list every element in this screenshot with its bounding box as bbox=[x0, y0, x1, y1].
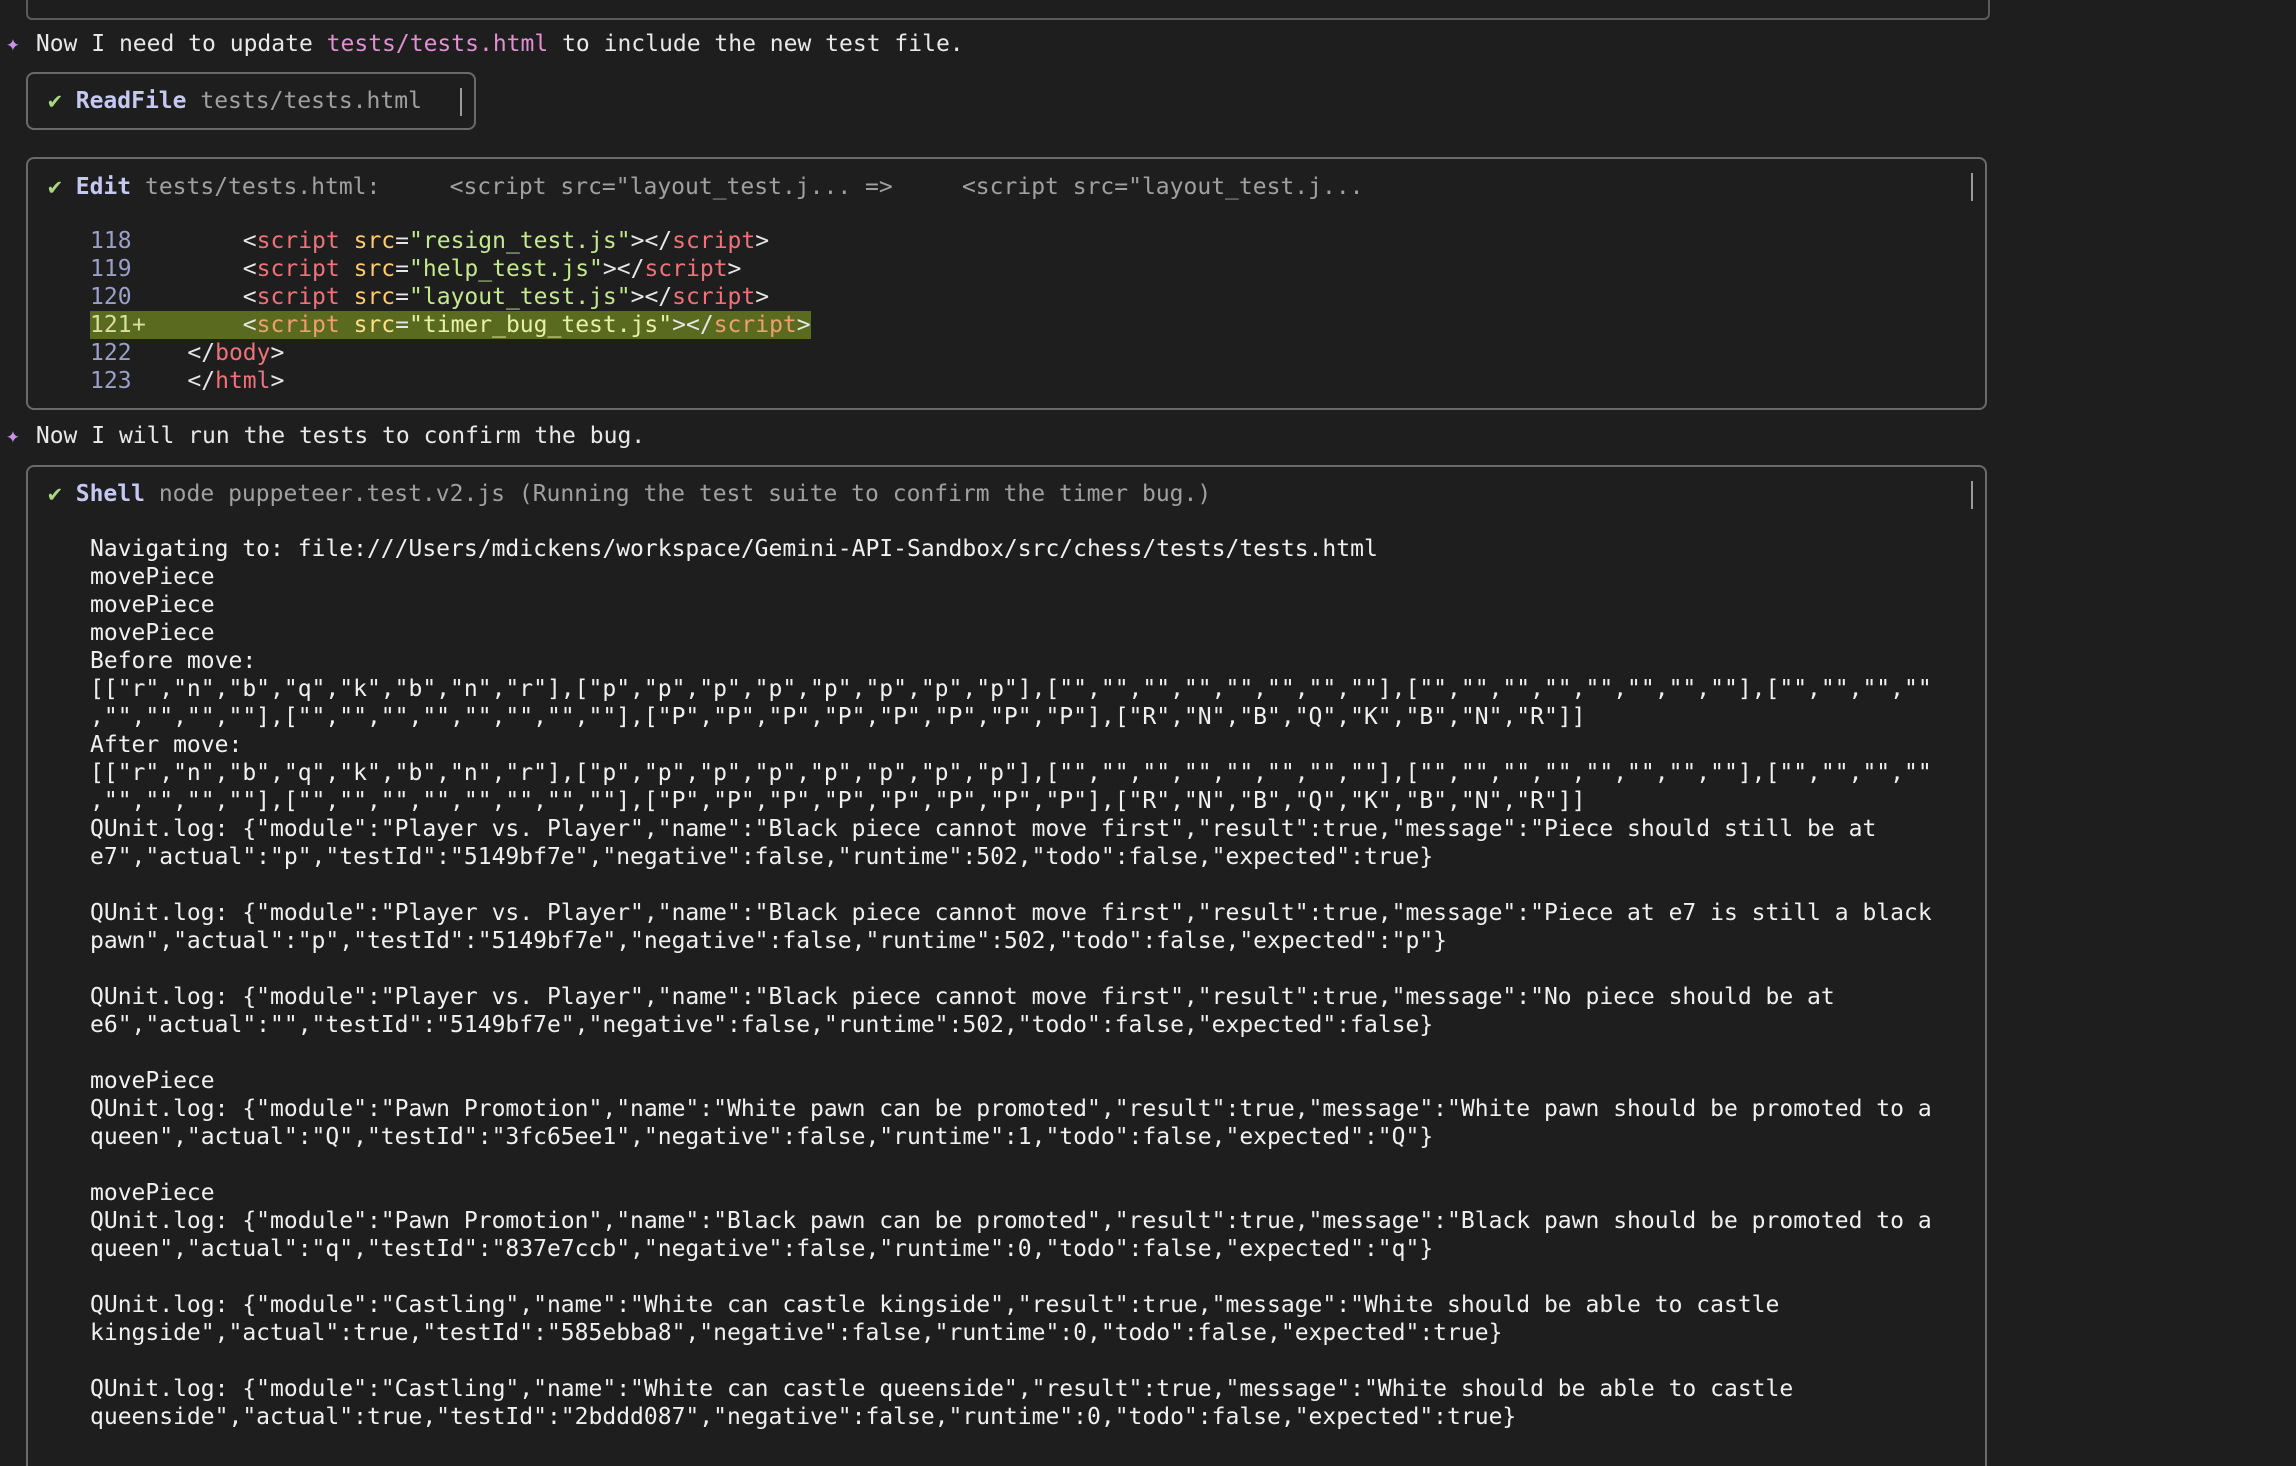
closing-tag: </body> bbox=[187, 340, 285, 366]
shell-tool-box: ✔ Shell node puppeteer.test.v2.js (Runni… bbox=[26, 465, 1987, 1466]
output-line: ,"","","",""],["","","","","","","",""],… bbox=[90, 788, 1586, 814]
line-number: 120 bbox=[90, 284, 132, 310]
tool-name-shell: Shell bbox=[75, 481, 145, 507]
output-line: movePiece bbox=[90, 592, 215, 618]
output-line: movePiece bbox=[90, 1068, 215, 1094]
tool-name-readfile: ReadFile bbox=[75, 88, 187, 114]
line-number: 122 bbox=[90, 340, 132, 366]
output-line: queen","actual":"q","testId":"837e7ccb",… bbox=[90, 1236, 1434, 1262]
check-icon: ✔ bbox=[48, 481, 62, 507]
output-line: [["r","n","b","q","k","b","n","r"],["p",… bbox=[90, 760, 1932, 786]
output-line: QUnit.log: {"module":"Castling","name":"… bbox=[90, 1376, 1794, 1402]
sparkle-icon: ✦ bbox=[6, 423, 20, 449]
output-line: movePiece bbox=[90, 1180, 215, 1206]
diff-line: 119 <script src="help_test.js"></script> bbox=[90, 256, 742, 282]
diff-line: 123 </html> bbox=[90, 367, 811, 395]
script-src-filename: resign_test.js bbox=[422, 228, 617, 254]
tool-desc-edit: tests/tests.html: <script src="layout_te… bbox=[144, 174, 1364, 200]
output-line: QUnit.log: {"module":"Pawn Promotion","n… bbox=[90, 1096, 1932, 1122]
readfile-tool-box: ✔ ReadFile tests/tests.html bbox=[26, 72, 476, 130]
message-file-path: tests/tests.html bbox=[326, 31, 549, 57]
output-line: QUnit.log: {"module":"Player vs. Player"… bbox=[90, 984, 1835, 1010]
check-icon: ✔ bbox=[48, 88, 62, 114]
output-line: e7","actual":"p","testId":"5149bf7e","ne… bbox=[90, 844, 1434, 870]
output-line: Before move: bbox=[90, 648, 257, 674]
output-line: QUnit.log: {"module":"Castling","name":"… bbox=[90, 1292, 1780, 1318]
scroll-indicator bbox=[1971, 481, 1973, 509]
line-number: 121 bbox=[90, 312, 132, 338]
output-line: Navigating to: file:///Users/mdickens/wo… bbox=[90, 536, 1378, 562]
output-line: kingside","actual":true,"testId":"585ebb… bbox=[90, 1320, 1503, 1346]
diff-line: 118 <script src="resign_test.js"></scrip… bbox=[90, 228, 770, 254]
output-line: QUnit.log: {"module":"Player vs. Player"… bbox=[90, 816, 1877, 842]
output-line: queenside","actual":true,"testId":"2bddd… bbox=[90, 1404, 1517, 1430]
message-text: Now I will run the tests to confirm the … bbox=[35, 423, 646, 449]
diff-line-added: 121+ <script src="timer_bug_test.js"></s… bbox=[90, 311, 811, 339]
previous-tool-box bbox=[26, 0, 1990, 20]
output-line: movePiece bbox=[90, 564, 215, 590]
tool-desc-readfile: tests/tests.html bbox=[200, 88, 422, 114]
output-line: movePiece bbox=[90, 620, 215, 646]
diff-marker bbox=[132, 256, 146, 282]
edit-tool-box: ✔ Edit tests/tests.html: <script src="la… bbox=[26, 157, 1987, 410]
terminal-window: ✦ Now I need to update tests/tests.html t… bbox=[0, 0, 2296, 1466]
output-line: QUnit.log: {"module":"Player vs. Player"… bbox=[90, 900, 1932, 926]
script-src-filename: timer_bug_test.js bbox=[422, 312, 659, 338]
assistant-message-run: ✦ Now I will run the tests to confirm the… bbox=[6, 422, 645, 450]
scroll-indicator bbox=[460, 88, 462, 116]
output-line: pawn","actual":"p","testId":"5149bf7e","… bbox=[90, 928, 1448, 954]
check-icon: ✔ bbox=[48, 174, 62, 200]
diff-marker bbox=[132, 284, 146, 310]
diff-line: 120 <script src="layout_test.js"></scrip… bbox=[90, 284, 770, 310]
sparkle-icon: ✦ bbox=[6, 31, 20, 57]
scroll-indicator bbox=[1971, 173, 1973, 201]
message-text-prefix: Now I need to update bbox=[35, 31, 327, 57]
output-line: ,"","","",""],["","","","","","","",""],… bbox=[90, 704, 1586, 730]
tool-name-edit: Edit bbox=[75, 174, 132, 200]
output-line: [["r","n","b","q","k","b","n","r"],["p",… bbox=[90, 676, 1932, 702]
diff-marker: + bbox=[132, 312, 146, 338]
script-src-filename: layout_test.js bbox=[422, 284, 617, 310]
output-line: e6","actual":"","testId":"5149bf7e","neg… bbox=[90, 1012, 1434, 1038]
shell-output: Navigating to: file:///Users/mdickens/wo… bbox=[90, 535, 1990, 1431]
line-number: 123 bbox=[90, 368, 132, 394]
line-number: 119 bbox=[90, 256, 132, 282]
assistant-message-update: ✦ Now I need to update tests/tests.html t… bbox=[6, 30, 964, 58]
script-src-filename: help_test.js bbox=[422, 256, 590, 282]
output-line: QUnit.log: {"module":"Pawn Promotion","n… bbox=[90, 1208, 1932, 1234]
diff-marker bbox=[132, 228, 146, 254]
output-line: After move: bbox=[90, 732, 243, 758]
tool-desc-shell: node puppeteer.test.v2.js (Running the t… bbox=[158, 481, 1212, 507]
diff-view: 118 <script src="resign_test.js"></scrip… bbox=[90, 227, 811, 395]
diff-line: 122 </body> bbox=[90, 339, 811, 367]
line-number: 118 bbox=[90, 228, 132, 254]
output-line: queen","actual":"Q","testId":"3fc65ee1",… bbox=[90, 1124, 1434, 1150]
closing-tag: </html> bbox=[187, 368, 285, 394]
message-text-suffix: to include the new test file. bbox=[548, 31, 964, 57]
